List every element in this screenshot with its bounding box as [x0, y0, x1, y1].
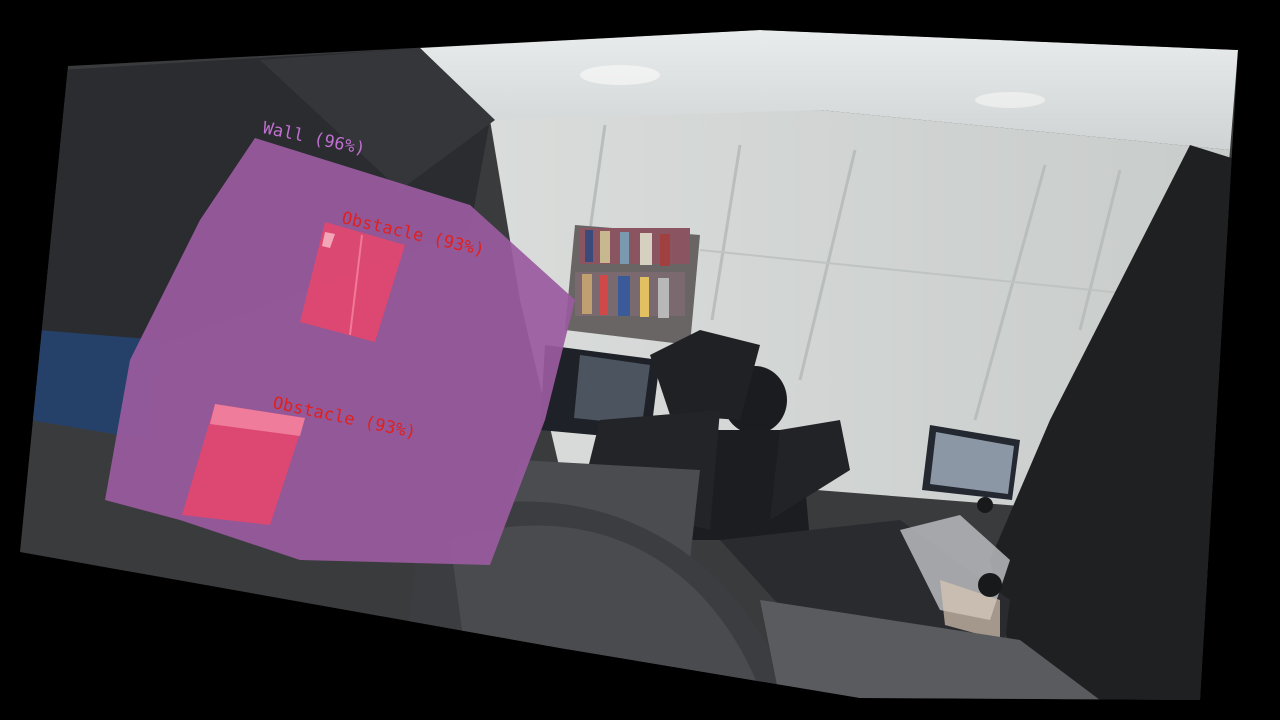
camera-frame	[20, 30, 1238, 700]
office-scene-image	[20, 30, 1238, 700]
